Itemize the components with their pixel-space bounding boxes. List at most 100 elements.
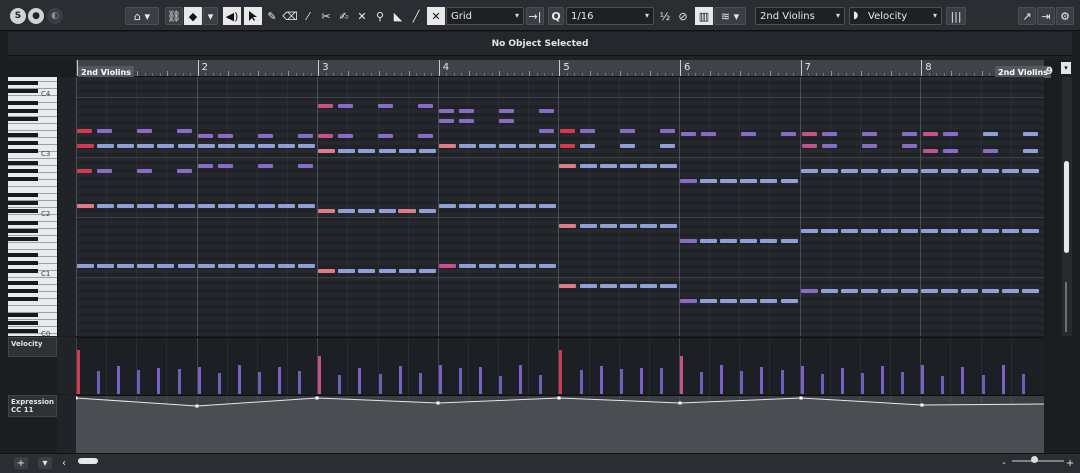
midi-note[interactable] xyxy=(881,229,898,233)
midi-note[interactable] xyxy=(298,264,316,268)
midi-note[interactable] xyxy=(860,289,878,293)
midi-note[interactable] xyxy=(599,284,617,288)
midi-note[interactable] xyxy=(700,179,718,183)
settings-button[interactable]: ⚙ xyxy=(1056,7,1074,25)
midi-note[interactable] xyxy=(700,299,718,303)
midi-note[interactable] xyxy=(780,299,798,303)
midi-note[interactable] xyxy=(720,179,738,183)
velocity-bar[interactable] xyxy=(961,367,965,394)
midi-note[interactable] xyxy=(217,144,235,148)
velocity-bar[interactable] xyxy=(278,367,281,394)
midi-note[interactable] xyxy=(398,209,415,213)
erase-tool[interactable]: ⌫ xyxy=(281,7,299,25)
velocity-bar[interactable] xyxy=(539,375,543,394)
midi-note[interactable] xyxy=(257,204,275,208)
midi-note[interactable] xyxy=(218,134,233,138)
velocity-bar[interactable] xyxy=(901,372,905,394)
black-key[interactable] xyxy=(8,89,38,93)
velocity-lane[interactable] xyxy=(76,337,1044,394)
midi-note[interactable] xyxy=(1001,229,1019,233)
midi-note[interactable] xyxy=(499,144,517,148)
velocity-bar[interactable] xyxy=(117,366,121,394)
midi-note[interactable] xyxy=(983,149,998,153)
midi-note[interactable] xyxy=(318,269,336,273)
velocity-bar[interactable] xyxy=(398,366,402,394)
black-key[interactable] xyxy=(8,193,38,197)
midi-note[interactable] xyxy=(378,134,393,138)
midi-note[interactable] xyxy=(77,169,92,173)
midi-note[interactable] xyxy=(459,109,474,113)
black-key[interactable] xyxy=(8,201,38,205)
midi-note[interactable] xyxy=(418,134,433,138)
midi-note[interactable] xyxy=(1001,289,1019,293)
midi-note[interactable] xyxy=(1021,229,1039,233)
horizontal-zoom-knob[interactable] xyxy=(1031,456,1038,463)
midi-note[interactable] xyxy=(177,129,192,133)
midi-note[interactable] xyxy=(680,239,697,243)
midi-note[interactable] xyxy=(599,164,617,168)
midi-note[interactable] xyxy=(820,229,838,233)
midi-note[interactable] xyxy=(318,149,336,153)
midi-note[interactable] xyxy=(338,134,353,138)
midi-note[interactable] xyxy=(660,129,675,133)
midi-note[interactable] xyxy=(943,132,958,136)
midi-note[interactable] xyxy=(701,132,716,136)
midi-note[interactable] xyxy=(298,204,316,208)
velocity-bar[interactable] xyxy=(700,372,704,394)
expression-point[interactable] xyxy=(436,401,440,405)
midi-note[interactable] xyxy=(318,134,333,138)
piano-keyboard[interactable]: C4 C3 C2 C1 C0 xyxy=(8,77,57,336)
link-button[interactable]: ⛓ xyxy=(165,7,183,25)
midi-note[interactable] xyxy=(1023,132,1038,136)
midi-note[interactable] xyxy=(318,104,333,108)
split-tool[interactable]: ✂ xyxy=(317,7,335,25)
midi-note[interactable] xyxy=(77,264,94,268)
midi-note[interactable] xyxy=(298,164,313,168)
velocity-bar[interactable] xyxy=(1001,365,1005,394)
midi-note[interactable] xyxy=(117,204,135,208)
midi-note[interactable] xyxy=(820,169,838,173)
midi-note[interactable] xyxy=(639,164,657,168)
midi-note[interactable] xyxy=(740,299,758,303)
lane-menu-button[interactable]: ▾ xyxy=(38,457,52,469)
midi-note[interactable] xyxy=(197,264,215,268)
midi-note[interactable] xyxy=(499,264,517,268)
velocity-bar[interactable] xyxy=(458,368,462,394)
add-lane-button[interactable]: + xyxy=(14,457,28,469)
midi-note[interactable] xyxy=(198,134,213,138)
midi-note[interactable] xyxy=(800,289,818,293)
velocity-bar[interactable] xyxy=(941,376,945,394)
midi-note[interactable] xyxy=(479,144,496,148)
midi-note[interactable] xyxy=(862,144,877,148)
midi-note[interactable] xyxy=(198,164,213,168)
expression-point[interactable] xyxy=(799,396,803,400)
black-key[interactable] xyxy=(8,177,38,181)
midi-note[interactable] xyxy=(881,169,898,173)
midi-note[interactable] xyxy=(218,164,233,168)
midi-note[interactable] xyxy=(860,169,878,173)
midi-note[interactable] xyxy=(681,132,696,136)
controller-lane-dropdown[interactable]: ◗ Velocity ▾ xyxy=(849,7,942,25)
midi-note[interactable] xyxy=(177,264,195,268)
black-key[interactable] xyxy=(8,289,38,293)
horizontal-zoom-slider[interactable] xyxy=(1012,460,1064,462)
quantize-settings-button[interactable]: ½ xyxy=(656,7,674,25)
midi-note[interactable] xyxy=(559,224,577,228)
midi-note[interactable] xyxy=(579,164,597,168)
black-key[interactable] xyxy=(8,101,38,105)
time-warp-tool[interactable]: ╱ xyxy=(407,7,425,25)
midi-note[interactable] xyxy=(519,264,537,268)
select-tool[interactable] xyxy=(244,7,262,25)
auto-scroll-button[interactable]: ⌂ ▾ xyxy=(125,7,159,25)
midi-note[interactable] xyxy=(1001,169,1019,173)
expression-lane[interactable] xyxy=(76,395,1044,453)
velocity-bar[interactable] xyxy=(680,356,683,394)
midi-note[interactable] xyxy=(298,144,316,148)
midi-note[interactable] xyxy=(902,144,917,148)
step-input-button[interactable]: ◆ xyxy=(184,7,202,25)
export-button[interactable]: ⇥ xyxy=(1037,7,1055,25)
velocity-bar[interactable] xyxy=(338,375,342,394)
velocity-bar[interactable] xyxy=(981,375,985,394)
midi-note[interactable] xyxy=(438,144,456,148)
vertical-zoom-slider[interactable] xyxy=(1065,282,1067,332)
